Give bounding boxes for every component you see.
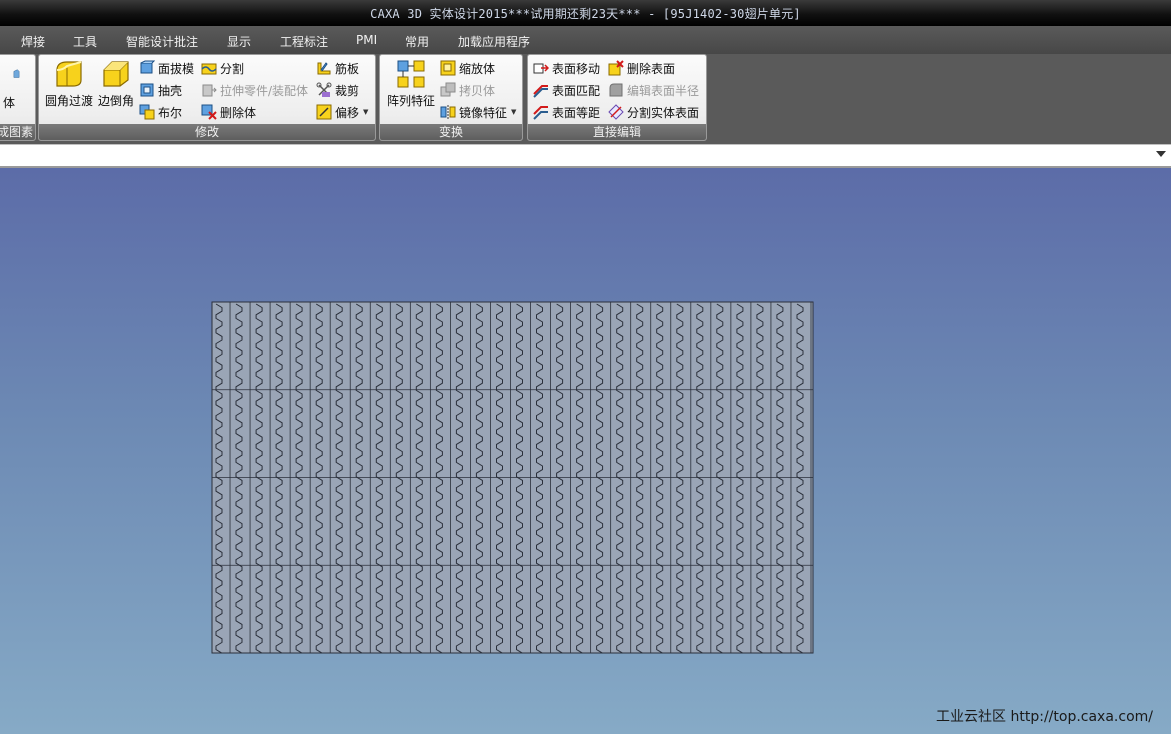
boolean-icon xyxy=(139,104,155,120)
trim-label: 裁剪 xyxy=(335,83,360,98)
stretch-icon xyxy=(202,84,217,97)
tab-smart-design-annotation[interactable]: 智能设计批注 xyxy=(126,33,198,50)
copy-body-button[interactable]: 拷贝体 xyxy=(440,80,495,100)
boolean-label: 布尔 xyxy=(158,105,183,120)
tab-common[interactable]: 常用 xyxy=(405,33,429,50)
tab-welding[interactable]: 焊接 xyxy=(21,33,45,50)
panel-label-modify: 修改 xyxy=(39,124,375,140)
match-face-label: 表面匹配 xyxy=(552,83,601,98)
edit-face-radius-button[interactable]: 编辑表面半径 xyxy=(608,80,699,100)
array-pattern-icon xyxy=(397,60,425,88)
tab-engineering-annotation[interactable]: 工程标注 xyxy=(280,33,328,50)
split-solid-face-label: 分割实体表面 xyxy=(627,105,700,120)
delete-body-label: 删除体 xyxy=(220,105,257,120)
split-icon xyxy=(201,63,217,75)
mirror-dropdown-icon[interactable]: ▼ xyxy=(511,108,516,116)
offset-button[interactable]: 偏移 ▼ xyxy=(316,102,368,122)
split-solid-face-icon xyxy=(608,104,624,120)
watermark: 工业云社区 http://top.caxa.com/ xyxy=(936,709,1153,725)
offset-dropdown-icon[interactable]: ▼ xyxy=(363,108,368,116)
match-face-button[interactable]: 表面匹配 xyxy=(533,80,600,100)
design-viewport[interactable]: 工业云社区 http://top.caxa.com/ xyxy=(0,168,1171,734)
tab-load-applications[interactable]: 加载应用程序 xyxy=(458,33,530,50)
window-title: CAXA 3D 实体设计2015***试用期还剩23天*** - [95J140… xyxy=(370,7,801,21)
draft-face-icon xyxy=(140,60,155,74)
split-solid-face-button[interactable]: 分割实体表面 xyxy=(608,102,699,122)
draft-face-label: 面拔模 xyxy=(158,61,195,76)
fin-unit-model[interactable] xyxy=(0,168,1171,734)
rib-button[interactable]: 筋板 xyxy=(316,58,359,78)
stretch-label: 拉伸零件/装配体 xyxy=(220,83,309,98)
delete-body-button[interactable]: 删除体 xyxy=(201,102,256,122)
split-label: 分割 xyxy=(220,61,245,76)
match-face-icon xyxy=(533,85,548,98)
rib-icon xyxy=(317,62,331,75)
move-face-button[interactable]: 表面移动 xyxy=(533,58,600,78)
offset-face-button[interactable]: 表面等距 xyxy=(533,102,600,122)
mirror-feature-button[interactable]: 镜像特征 ▼ xyxy=(440,102,516,122)
scale-body-icon xyxy=(440,60,456,76)
chamfer-icon xyxy=(103,61,129,87)
delete-face-label: 删除表面 xyxy=(627,61,676,76)
command-bar[interactable] xyxy=(0,144,1171,168)
move-face-icon xyxy=(533,63,549,74)
delete-face-button[interactable]: 删除表面 xyxy=(608,58,675,78)
copy-body-icon xyxy=(440,82,456,97)
scale-body-button[interactable]: 缩放体 xyxy=(440,58,495,78)
panel-direct-edit: 表面移动 表面匹配 表面等距 删除表面 编辑表面半径 分割实体表面 直接编辑 xyxy=(527,54,707,141)
chamfer-button[interactable]: 边倒角 xyxy=(97,58,135,114)
command-bar-dropdown-icon[interactable] xyxy=(1156,151,1166,157)
offset-face-icon xyxy=(533,106,548,120)
delete-face-icon xyxy=(608,60,624,76)
edit-face-radius-label: 编辑表面半径 xyxy=(627,83,700,98)
title-bar: CAXA 3D 实体设计2015***试用期还剩23天*** - [95J140… xyxy=(0,0,1171,26)
pattern-feature-label: 阵列特征 xyxy=(386,94,435,108)
mirror-feature-icon xyxy=(440,105,456,119)
fillet-icon xyxy=(56,61,82,87)
pattern-feature-button[interactable]: 阵列特征 xyxy=(384,58,438,114)
shell-label: 抽壳 xyxy=(158,83,183,98)
edit-face-radius-icon xyxy=(609,83,623,97)
offset-face-label: 表面等距 xyxy=(552,105,601,120)
trim-icon xyxy=(316,82,332,97)
solid-body-label: 体 xyxy=(3,96,16,110)
shell-icon xyxy=(140,83,154,97)
offset-label: 偏移 xyxy=(335,105,360,120)
move-face-label: 表面移动 xyxy=(552,61,601,76)
copy-body-label: 拷贝体 xyxy=(459,83,496,98)
fillet-button[interactable]: 圆角过渡 xyxy=(43,58,95,114)
tab-tools[interactable]: 工具 xyxy=(73,33,97,50)
panel-label-transform: 变换 xyxy=(380,124,522,140)
panel-primitives-partial: 体 成图素 xyxy=(0,54,36,141)
boolean-button[interactable]: 布尔 xyxy=(139,102,182,122)
solid-body-icon xyxy=(13,69,20,78)
offset-icon xyxy=(316,104,332,120)
draft-face-button[interactable]: 面拔模 xyxy=(139,58,194,78)
fillet-label: 圆角过渡 xyxy=(44,94,93,108)
delete-body-icon xyxy=(201,104,217,120)
panel-transform: 阵列特征 缩放体 拷贝体 镜像特征 ▼ 变换 xyxy=(379,54,523,141)
ribbon: 体 成图素 圆角过渡 边倒角 面拔模 抽壳 布尔 分割 拉伸零件/装配体 删除体… xyxy=(0,54,1171,144)
rib-label: 筋板 xyxy=(335,61,360,76)
stretch-part-assembly-button[interactable]: 拉伸零件/装配体 xyxy=(201,80,308,100)
solid-body-button[interactable]: 体 xyxy=(0,58,31,114)
split-button[interactable]: 分割 xyxy=(201,58,244,78)
tab-display[interactable]: 显示 xyxy=(227,33,251,50)
panel-modify: 圆角过渡 边倒角 面拔模 抽壳 布尔 分割 拉伸零件/装配体 删除体 筋板 裁剪… xyxy=(38,54,376,141)
panel-label-primitives: 成图素 xyxy=(0,124,35,140)
trim-button[interactable]: 裁剪 xyxy=(316,80,359,100)
mirror-feature-label: 镜像特征 xyxy=(459,105,508,120)
chamfer-label: 边倒角 xyxy=(97,94,134,108)
scale-body-label: 缩放体 xyxy=(459,61,496,76)
ribbon-tab-bar: 焊接 工具 智能设计批注 显示 工程标注 PMI 常用 加载应用程序 xyxy=(0,26,1171,54)
tab-pmi[interactable]: PMI xyxy=(356,33,377,47)
shell-button[interactable]: 抽壳 xyxy=(139,80,182,100)
panel-label-direct-edit: 直接编辑 xyxy=(528,124,706,140)
